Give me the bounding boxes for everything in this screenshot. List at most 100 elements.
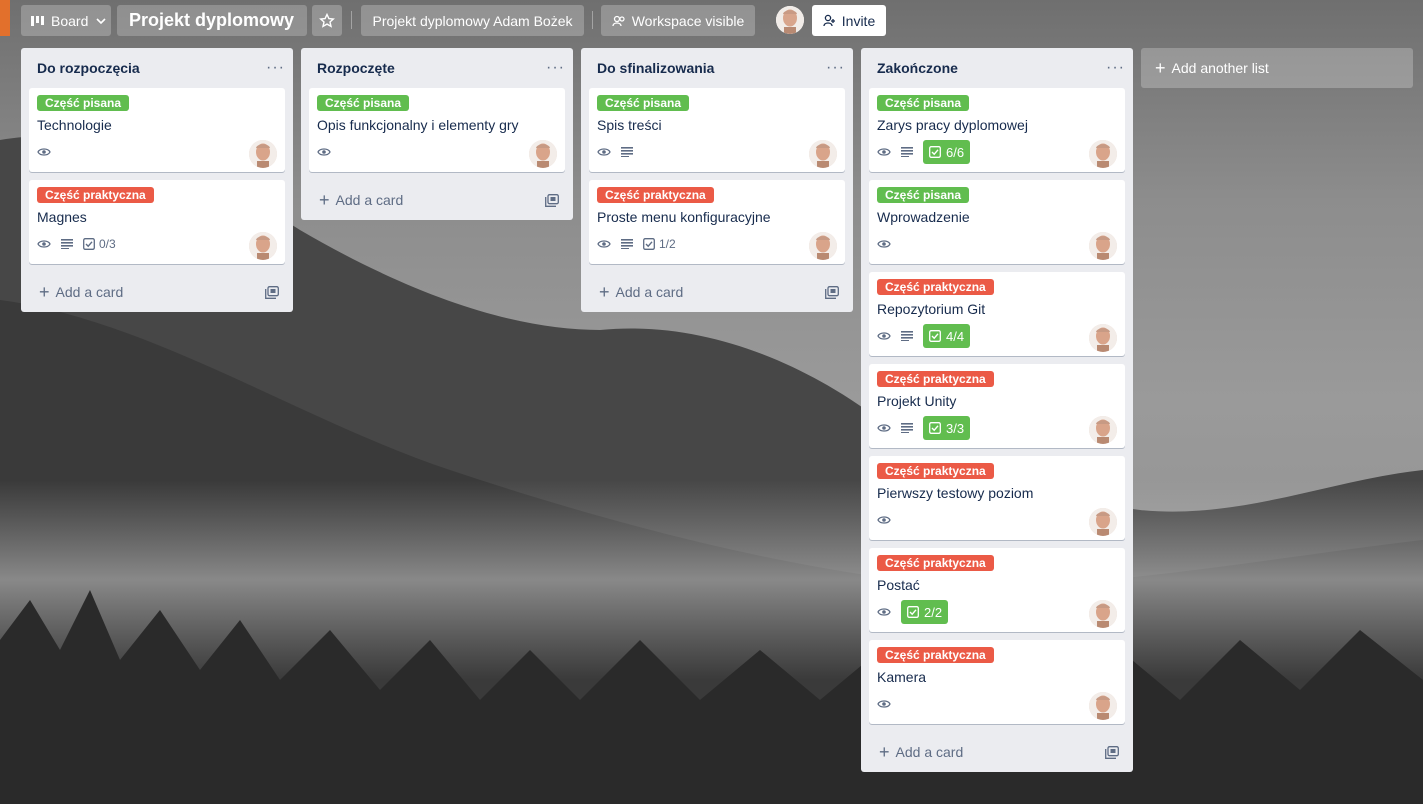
workspace-button[interactable]: Projekt dyplomowy Adam Bożek <box>361 5 584 36</box>
board-title[interactable]: Projekt dyplomowy <box>117 5 307 36</box>
card[interactable]: Część praktyczna Repozytorium Git 4/4 <box>869 272 1125 356</box>
add-card-label: Add a card <box>615 284 684 300</box>
plus-icon: + <box>1155 58 1166 78</box>
list-title[interactable]: Rozpoczęte <box>317 60 395 76</box>
card[interactable]: Część pisana Wprowadzenie <box>869 180 1125 264</box>
card-label[interactable]: Część pisana <box>317 95 410 111</box>
list-title[interactable]: Zakończone <box>877 60 958 76</box>
card[interactable]: Część pisana Technologie <box>29 88 285 172</box>
card-member-avatar[interactable] <box>1089 232 1117 260</box>
card[interactable]: Część praktyczna Proste menu konfiguracyj… <box>589 180 845 264</box>
list-column: Do sfinalizowania ··· Część pisana Spis tre… <box>581 48 853 312</box>
card-badges: 1/2 <box>597 232 686 256</box>
card-member-avatar[interactable] <box>1089 508 1117 536</box>
card-template-icon[interactable] <box>1105 745 1119 759</box>
visibility-label: Workspace visible <box>631 12 745 29</box>
list-title[interactable]: Do rozpoczęcia <box>37 60 140 76</box>
list-menu-icon[interactable]: ··· <box>546 59 565 77</box>
add-card-button[interactable]: + Add a card <box>861 732 1133 772</box>
card-label[interactable]: Część praktyczna <box>877 371 994 387</box>
add-list-button[interactable]: + Add another list <box>1141 48 1413 88</box>
list-header[interactable]: Rozpoczęte ··· <box>301 48 573 88</box>
card-badges <box>37 140 61 164</box>
eye-icon <box>877 331 891 341</box>
card[interactable]: Część pisana Spis treści <box>589 88 845 172</box>
add-card-button[interactable]: + Add a card <box>581 272 853 312</box>
card-member-avatar[interactable] <box>809 140 837 168</box>
card-label[interactable]: Część praktyczna <box>877 647 994 663</box>
card-member-avatar[interactable] <box>809 232 837 260</box>
eye-icon <box>317 147 331 157</box>
description-icon <box>901 423 913 433</box>
card[interactable]: Część praktyczna Projekt Unity 3/3 <box>869 364 1125 448</box>
card-label[interactable]: Część pisana <box>877 95 970 111</box>
eye-icon <box>877 423 891 433</box>
card-label[interactable]: Część praktyczna <box>597 187 714 203</box>
list-title[interactable]: Do sfinalizowania <box>597 60 714 76</box>
checklist-icon <box>643 238 655 250</box>
visibility-button[interactable]: Workspace visible <box>601 5 755 36</box>
plus-icon: + <box>319 190 330 210</box>
card-member-avatar[interactable] <box>1089 416 1117 444</box>
card-label[interactable]: Część praktyczna <box>877 555 994 571</box>
card-template-icon[interactable] <box>825 285 839 299</box>
board-view-switcher[interactable]: Board <box>21 5 111 36</box>
card-badges <box>317 140 341 164</box>
eye-icon <box>877 147 891 157</box>
board-view-icon <box>31 15 45 27</box>
checklist-icon <box>83 238 95 250</box>
eye-icon <box>877 239 891 249</box>
checklist-badge: 6/6 <box>923 140 971 164</box>
card-badges: 3/3 <box>877 416 980 440</box>
add-card-button[interactable]: + Add a card <box>21 272 293 312</box>
list-menu-icon[interactable]: ··· <box>826 59 845 77</box>
card[interactable]: Część praktyczna Pierwszy testowy poziom <box>869 456 1125 540</box>
card-member-avatar[interactable] <box>1089 600 1117 628</box>
card[interactable]: Część praktyczna Magnes 0/3 <box>29 180 285 264</box>
list-header[interactable]: Zakończone ··· <box>861 48 1133 88</box>
list-header[interactable]: Do sfinalizowania ··· <box>581 48 853 88</box>
eye-icon <box>597 239 611 249</box>
eye-icon <box>877 699 891 709</box>
checklist-count: 4/4 <box>946 328 965 344</box>
card[interactable]: Część praktyczna Postać 2/2 <box>869 548 1125 632</box>
checklist-icon <box>929 330 941 342</box>
list-column: Do rozpoczęcia ··· Część pisana Technologie… <box>21 48 293 312</box>
card-template-icon[interactable] <box>545 193 559 207</box>
card-label[interactable]: Część pisana <box>37 95 130 111</box>
description-icon <box>901 147 913 157</box>
card-label[interactable]: Część pisana <box>877 187 970 203</box>
card[interactable]: Część praktyczna Kamera <box>869 640 1125 724</box>
eye-icon <box>37 239 51 249</box>
board-member-avatar[interactable] <box>776 6 804 34</box>
card-member-avatar[interactable] <box>1089 692 1117 720</box>
checklist-badge: 0/3 <box>83 237 116 251</box>
card-label[interactable]: Część praktyczna <box>37 187 154 203</box>
plus-icon: + <box>879 742 890 762</box>
card-member-avatar[interactable] <box>529 140 557 168</box>
card-badges <box>597 140 643 164</box>
list-column: Zakończone ··· Część pisana Zarys pracy dyp… <box>861 48 1133 772</box>
list-menu-icon[interactable]: ··· <box>1106 59 1125 77</box>
add-card-label: Add a card <box>55 284 124 300</box>
card-template-icon[interactable] <box>265 285 279 299</box>
card[interactable]: Część pisana Opis funkcjonalny i elementy… <box>309 88 565 172</box>
card-label[interactable]: Część praktyczna <box>877 279 994 295</box>
star-icon <box>319 12 335 29</box>
add-card-button[interactable]: + Add a card <box>301 180 573 220</box>
add-list-label: Add another list <box>1171 60 1269 76</box>
card-member-avatar[interactable] <box>249 232 277 260</box>
card-title: Magnes <box>37 209 87 225</box>
card[interactable]: Część pisana Zarys pracy dyplomowej 6/6 <box>869 88 1125 172</box>
description-icon <box>621 147 633 157</box>
star-board-button[interactable] <box>312 5 342 36</box>
card-label[interactable]: Część praktyczna <box>877 463 994 479</box>
list-header[interactable]: Do rozpoczęcia ··· <box>21 48 293 88</box>
card-member-avatar[interactable] <box>1089 324 1117 352</box>
list-menu-icon[interactable]: ··· <box>266 59 285 77</box>
card-badges: 2/2 <box>877 600 958 624</box>
card-label[interactable]: Część pisana <box>597 95 690 111</box>
card-member-avatar[interactable] <box>1089 140 1117 168</box>
invite-button[interactable]: Invite <box>812 5 886 36</box>
card-member-avatar[interactable] <box>249 140 277 168</box>
